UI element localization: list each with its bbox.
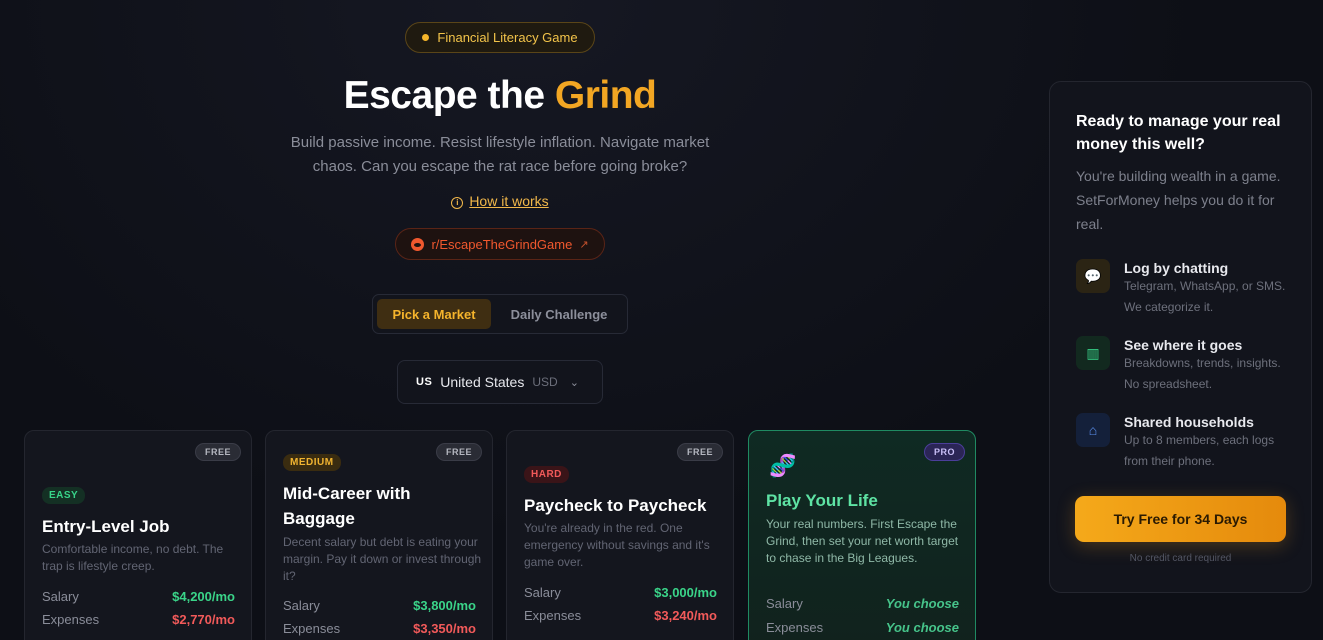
market-select[interactable]: US United States USD ⌄ [397,360,603,404]
card-title: Paycheck to Paycheck [524,496,707,515]
game-tag-pill: Financial Literacy Game [405,22,595,53]
feature-title: Log by chatting [1124,260,1229,276]
mode-toggle: Pick a Market Daily Challenge [372,294,628,334]
expenses-row: Expenses You choose [766,620,959,635]
page-title: Escape the Grind [0,74,1000,118]
us-flag-icon: US [416,376,433,388]
feature-title: Shared households [1124,414,1254,430]
salary-label: Salary [766,596,803,611]
salary-row: Salary $4,200/mo [42,589,235,604]
chevron-down-icon: ⌄ [569,376,579,389]
salary-value: You choose [885,596,959,611]
expenses-value: You choose [885,620,959,635]
feature-shared-households: ⌂ Shared households Up to 8 members, eac… [1076,413,1293,472]
difficulty-badge: HARD [524,466,569,483]
chat-icon: 💬 [1076,259,1110,293]
feature-desc: Breakdowns, trends, insights. No spreads… [1124,356,1281,391]
main-column: Financial Literacy Game Escape the Grind… [0,0,1000,640]
free-badge: FREE [435,443,482,461]
expenses-label: Expenses [283,621,341,636]
free-badge: FREE [676,443,723,461]
how-it-works-label: How it works [469,193,549,209]
expenses-label: Expenses [42,612,100,627]
dna-icon: 🧬 [769,453,797,478]
salary-row: Salary $3,000/mo [524,585,717,600]
try-free-button[interactable]: Try Free for 34 Days [1075,496,1286,542]
card-title: Entry-Level Job [42,517,170,536]
salary-value: $3,800/mo [413,598,476,613]
salary-row: Salary You choose [766,596,959,611]
market-currency: USD [532,375,558,389]
reddit-label: r/EscapeTheGrindGame [431,236,573,252]
salary-label: Salary [42,589,79,604]
hero-subtitle: Build passive income. Resist lifestyle i… [290,134,710,175]
promo-panel: Ready to manage your real money this wel… [1049,81,1312,593]
promo-title: Ready to manage your real money this wel… [1076,113,1281,153]
bar-chart-icon: ▥ [1076,336,1110,370]
tab-pick-market[interactable]: Pick a Market [377,299,491,329]
feature-desc: Telegram, WhatsApp, or SMS. We categoriz… [1124,279,1286,314]
dot-icon [422,34,430,41]
expenses-label: Expenses [766,620,824,635]
card-description: You're already in the red. One emergency… [524,521,710,569]
promo-subtitle: You're building wealth in a game. SetFor… [1076,168,1281,232]
card-description: Comfortable income, no debt. The trap is… [42,542,224,573]
salary-value: $4,200/mo [172,589,235,604]
title-accent: Grind [554,74,657,117]
cta-note: No credit card required [1129,553,1232,564]
reddit-icon [411,237,425,251]
scenario-card-play-your-life[interactable]: PRO 🧬 Play Your Life Your real numbers. … [748,430,976,640]
feature-log-by-chatting: 💬 Log by chatting Telegram, WhatsApp, or… [1076,259,1293,318]
reddit-link[interactable]: r/EscapeTheGrindGame ↗ [395,228,605,260]
feature-see-where-it-goes: ▥ See where it goes Breakdowns, trends, … [1076,336,1293,395]
card-description: Your real numbers. First Escape the Grin… [766,517,959,565]
salary-row: Salary $3,800/mo [283,598,476,613]
household-icon: ⌂ [1076,413,1110,447]
expenses-row: Expenses $3,350/mo [283,621,476,636]
game-tag-label: Financial Literacy Game [437,30,578,45]
expenses-value: $3,350/mo [413,621,476,636]
expenses-value: $2,770/mo [172,612,235,627]
external-link-icon: ↗ [579,238,589,251]
difficulty-badge: EASY [42,487,86,504]
tab-daily-challenge[interactable]: Daily Challenge [495,299,623,329]
expenses-label: Expenses [524,608,582,623]
pro-badge: PRO [923,443,965,461]
expenses-value: $3,240/mo [654,608,717,623]
free-badge: FREE [194,443,241,461]
expenses-row: Expenses $3,240/mo [524,608,717,623]
scenario-card-paycheck[interactable]: FREE HARD Paycheck to Paycheck You're al… [506,430,734,640]
feature-desc: Up to 8 members, each logs from their ph… [1124,433,1275,468]
salary-label: Salary [283,598,320,613]
scenario-card-mid-career[interactable]: FREE MEDIUM Mid-Career with Baggage Dece… [265,430,493,640]
title-main: Escape the [343,74,545,117]
feature-title: See where it goes [1124,337,1243,353]
salary-label: Salary [524,585,561,600]
difficulty-badge: MEDIUM [283,454,341,471]
scenario-card-entry-level[interactable]: FREE EASY Entry-Level Job Comfortable in… [24,430,252,640]
card-description: Decent salary but debt is eating your ma… [283,535,482,583]
info-icon: i [451,197,464,209]
card-title: Mid-Career with Baggage [283,484,411,528]
how-it-works-link[interactable]: i How it works [0,193,1000,209]
expenses-row: Expenses $2,770/mo [42,612,235,627]
market-country: United States [440,374,525,390]
salary-value: $3,000/mo [654,585,717,600]
card-title: Play Your Life [766,491,878,510]
